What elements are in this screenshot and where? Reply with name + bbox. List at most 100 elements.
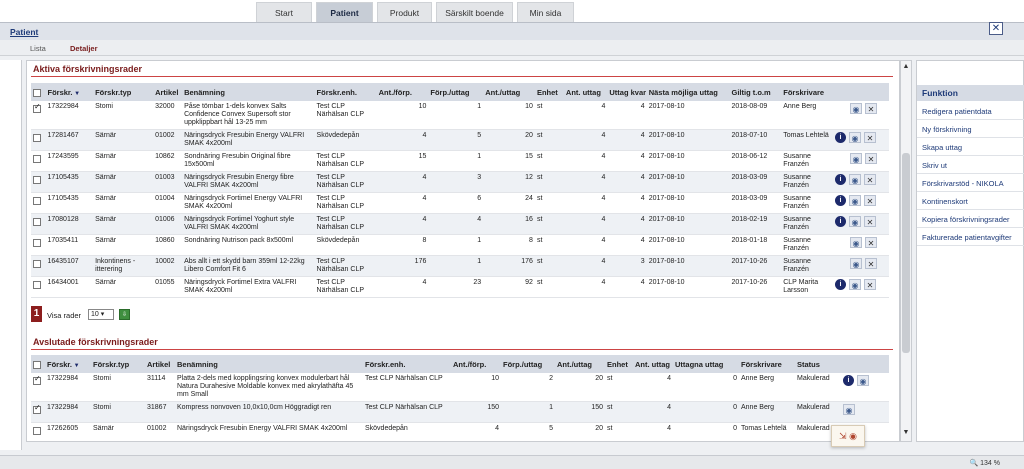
column-header[interactable]: Förskr.enh. xyxy=(363,355,451,373)
column-header[interactable]: Giltig t.o.m xyxy=(729,83,782,101)
zoom-level[interactable]: 🔍 134 % xyxy=(969,459,1000,467)
table-row[interactable]: 17035411 Särnär 10860 Sondnäring Nutrison p… xyxy=(31,234,889,256)
row-checkbox[interactable] xyxy=(33,260,41,268)
scroll-thumb[interactable] xyxy=(902,153,910,353)
scroll-down-icon[interactable]: ▼ xyxy=(901,429,911,439)
export-excel-icon[interactable]: ⇩ xyxy=(119,309,130,320)
function-item[interactable]: Skriv ut xyxy=(917,157,1024,174)
info-icon[interactable]: i xyxy=(834,279,846,290)
info-icon[interactable]: i xyxy=(834,174,846,185)
table-row[interactable]: 17105435 Särnär 01004 Näringsdryck Fortimel… xyxy=(31,192,889,214)
column-header[interactable]: Benämning xyxy=(175,355,363,373)
column-header[interactable]: Ant./förp. xyxy=(376,83,429,101)
column-header[interactable]: Enhet xyxy=(534,83,564,101)
row-checkbox[interactable] xyxy=(33,427,41,435)
table-row[interactable]: 17080128 Särnär 01006 Näringsdryck Fortimel… xyxy=(31,213,889,235)
column-header[interactable]: Förskr. ▼ xyxy=(45,83,94,101)
table-row[interactable]: 16435107 Inkontinens - itterering 10002 Abs… xyxy=(31,255,889,277)
close-icon[interactable]: ✕ xyxy=(989,22,1003,35)
scroll-up-icon[interactable]: ▲ xyxy=(901,63,911,73)
column-header[interactable]: Status xyxy=(795,355,841,373)
table-row[interactable]: 17243595 Särnär 10862 Sondnäring Fresubin O… xyxy=(31,150,889,172)
column-header[interactable]: Förskrivare xyxy=(781,83,833,101)
row-checkbox[interactable] xyxy=(33,404,41,414)
eye-icon[interactable]: ◉ xyxy=(849,237,862,248)
row-checkbox[interactable] xyxy=(33,218,41,226)
function-item[interactable]: Förskrivarstöd - NIKOLA xyxy=(917,175,1024,192)
eye-icon[interactable]: ◉ xyxy=(848,195,861,206)
tab-start[interactable]: Start xyxy=(256,2,312,22)
remove-icon[interactable]: ✕ xyxy=(863,195,876,206)
function-item[interactable]: Fakturerade patientavgifter xyxy=(917,229,1024,246)
row-checkbox[interactable] xyxy=(33,281,41,289)
info-icon[interactable]: i xyxy=(834,195,846,206)
eye-icon[interactable]: ◉ xyxy=(857,375,869,386)
info-icon[interactable]: i xyxy=(843,375,854,386)
breadcrumb-lista[interactable]: Lista xyxy=(30,44,46,53)
sort-desc-icon[interactable]: ▼ xyxy=(72,363,80,369)
remove-icon[interactable]: ✕ xyxy=(864,153,877,164)
tab-min-sida[interactable]: Min sida xyxy=(517,2,574,22)
sort-desc-icon[interactable]: ▼ xyxy=(73,91,80,97)
row-checkbox[interactable] xyxy=(33,375,41,385)
eye-icon[interactable]: ◉ xyxy=(848,174,861,185)
eye-icon[interactable]: ◉ xyxy=(843,404,855,415)
column-header[interactable]: Ant./uttag xyxy=(555,355,605,373)
column-header[interactable]: Artikel xyxy=(153,83,183,101)
tab-produkt[interactable]: Produkt xyxy=(377,2,432,22)
row-checkbox[interactable] xyxy=(33,197,41,205)
column-header[interactable]: Uttag kvar xyxy=(607,83,647,101)
column-header[interactable]: Förskr. ▼ xyxy=(45,355,91,373)
table-row[interactable]: 16434001 Särnär 01055 Näringsdryck Fortimel… xyxy=(31,276,889,298)
column-header[interactable]: Artikel xyxy=(145,355,175,373)
table-row[interactable]: 17322984Stomi31867Kompress nonvoven 10,0… xyxy=(31,401,889,423)
rows-per-page-select[interactable]: 10 ▾ xyxy=(88,309,114,320)
eye-icon[interactable]: ◉ xyxy=(849,258,862,269)
column-header[interactable]: Förskr.typ xyxy=(93,83,154,101)
row-checkbox[interactable] xyxy=(33,103,41,113)
page-title[interactable]: Patient xyxy=(10,27,38,37)
info-icon[interactable]: i xyxy=(834,216,846,227)
column-header[interactable]: Förp./uttag xyxy=(428,83,484,101)
column-header[interactable]: Benämning xyxy=(182,83,315,101)
tab-sarskilt-boende[interactable]: Särskilt boende xyxy=(436,2,513,22)
function-item[interactable]: Ny förskrivning xyxy=(917,121,1024,138)
table-row[interactable]: 17281467 Särnär 01002 Näringsdryck Fresubin… xyxy=(31,129,889,151)
eye-icon[interactable]: ◉ xyxy=(849,153,862,164)
select-all-checkbox[interactable] xyxy=(33,361,41,369)
column-header[interactable]: Uttagna uttag xyxy=(673,355,739,373)
eye-icon[interactable]: ◉ xyxy=(848,216,861,227)
table-row[interactable]: 17105435 Särnär 01003 Näringsdryck Fresubin… xyxy=(31,171,889,193)
remove-icon[interactable]: ✕ xyxy=(864,103,877,114)
column-header[interactable]: Nästa möjliga uttag xyxy=(646,83,730,101)
table-row[interactable]: 17322984Stomi32000Påse tömbar 1-dels kon… xyxy=(31,101,889,130)
function-item[interactable]: Skapa uttag xyxy=(917,139,1024,156)
column-header[interactable]: Förp./uttag xyxy=(501,355,555,373)
column-header[interactable]: Enhet xyxy=(605,355,633,373)
column-header[interactable]: Förskr.enh. xyxy=(314,83,377,101)
row-checkbox[interactable] xyxy=(33,134,41,142)
column-header[interactable]: Ant. uttag xyxy=(633,355,673,373)
table-row[interactable]: 17322984Stomi31114Platta 2-dels med kopp… xyxy=(31,373,889,402)
eye-icon[interactable]: ◉ xyxy=(848,132,861,143)
remove-icon[interactable]: ✕ xyxy=(864,258,877,269)
table-row[interactable]: 17262605 Särnär 01002 Näringsdryck Fresubin… xyxy=(31,422,889,441)
column-header[interactable]: Ant. uttag xyxy=(563,83,608,101)
remove-icon[interactable]: ✕ xyxy=(864,237,877,248)
function-item[interactable]: Kontinenskort xyxy=(917,193,1024,210)
row-checkbox[interactable] xyxy=(33,155,41,163)
row-checkbox[interactable] xyxy=(33,239,41,247)
eye-icon[interactable]: ◉ xyxy=(848,279,861,290)
row-checkbox[interactable] xyxy=(33,176,41,184)
main-scrollbar[interactable]: ▲ ▼ xyxy=(900,60,912,442)
select-all-checkbox[interactable] xyxy=(33,89,41,97)
tab-patient[interactable]: Patient xyxy=(316,2,373,22)
info-icon[interactable]: i xyxy=(834,132,846,143)
column-header[interactable]: Ant./uttag xyxy=(483,83,535,101)
column-header[interactable]: Förskr.typ xyxy=(91,355,145,373)
remove-icon[interactable]: ✕ xyxy=(863,279,876,290)
function-item[interactable]: Kopiera förskrivningsrader xyxy=(917,211,1024,228)
floating-tools-icon[interactable]: ⇲ ◉ xyxy=(831,425,865,447)
remove-icon[interactable]: ✕ xyxy=(863,216,876,227)
page-number[interactable]: 1 xyxy=(31,306,42,322)
